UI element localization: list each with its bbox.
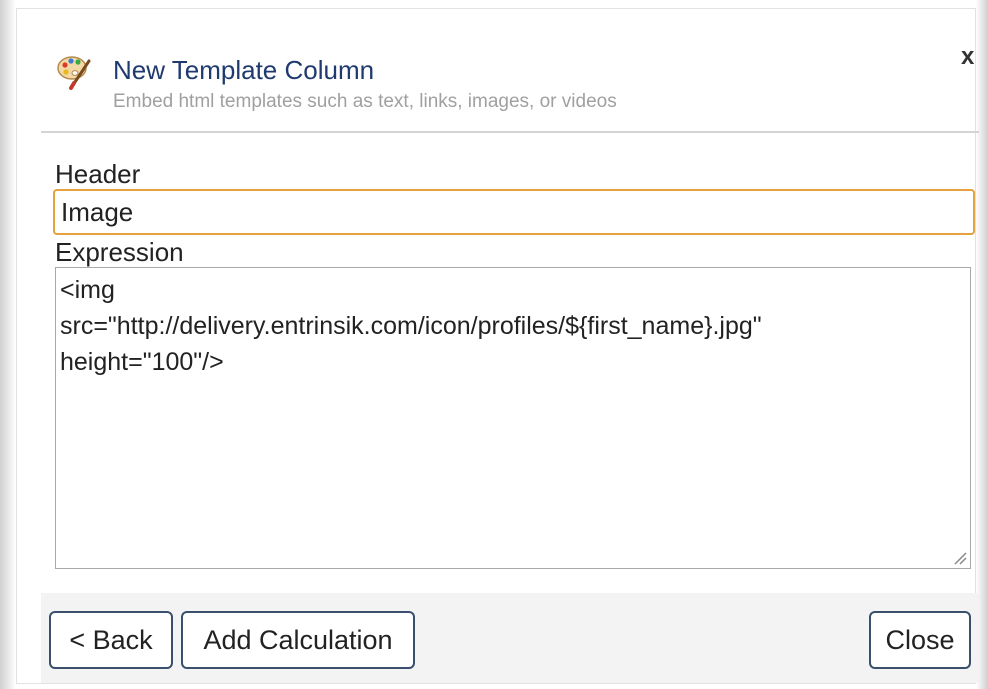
header-field-label: Header (55, 159, 141, 189)
backdrop-shadow-right (976, 0, 988, 689)
new-template-column-dialog: New Template Column Embed html templates… (16, 8, 979, 684)
resize-grip-icon[interactable] (951, 549, 967, 565)
dialog-subtitle: Embed html templates such as text, links… (113, 91, 617, 112)
backdrop-shadow-left (0, 0, 16, 689)
dialog-header: New Template Column Embed html templates… (41, 51, 961, 121)
dialog-title: New Template Column (113, 55, 375, 85)
dialog-footer: < Back Add Calculation Close (41, 593, 979, 683)
expression-field-label: Expression (55, 237, 184, 267)
page: New Template Column Embed html templates… (0, 0, 988, 689)
header-divider (41, 131, 979, 133)
back-button[interactable]: < Back (49, 611, 173, 669)
expression-textarea[interactable]: <img src="http://delivery.entrinsik.com/… (55, 267, 971, 569)
paint-palette-icon (55, 51, 95, 91)
header-input[interactable] (53, 189, 975, 235)
close-icon[interactable]: x (961, 43, 974, 71)
add-calculation-button[interactable]: Add Calculation (181, 611, 415, 669)
close-button[interactable]: Close (869, 611, 971, 669)
